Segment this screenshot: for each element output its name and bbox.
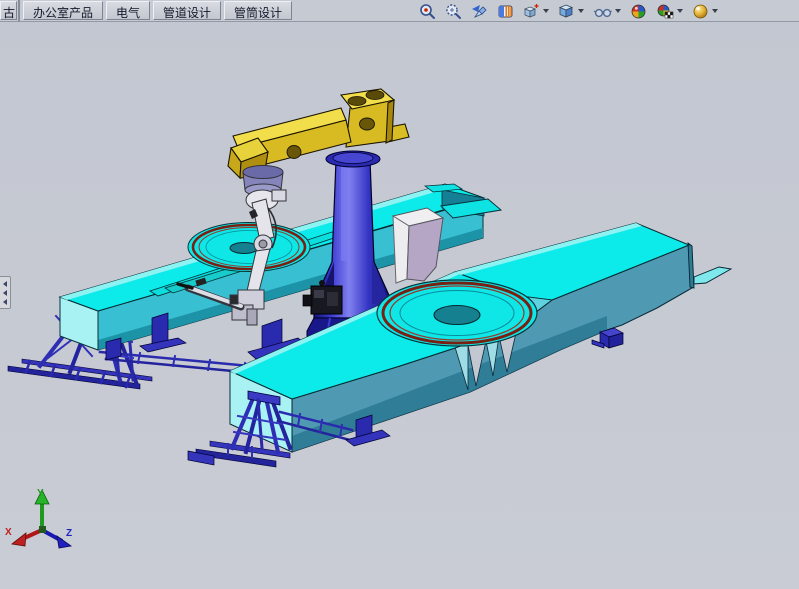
white-fixture[interactable] [393,208,443,283]
panel-expand-button[interactable] [0,276,11,309]
section-view-icon [497,3,514,20]
previous-view-button[interactable] [470,1,489,21]
triad-y-label: Y [37,488,44,499]
dropdown-arrow[interactable] [615,9,621,13]
section-view-button[interactable] [496,1,515,21]
tab-tubing-design[interactable]: 管筒设计 [224,1,292,20]
left-arrow-icon [3,281,7,287]
dropdown-arrow[interactable] [712,9,718,13]
rotary-ring-left[interactable] [188,223,310,272]
application-window: Y X Z 古 办公室产品 电气 管道设计 管筒设计 [0,0,799,589]
coordinate-triad: Y X Z [5,488,72,548]
zoom-to-fit-icon [419,3,436,20]
dropdown-arrow[interactable] [543,9,549,13]
view-settings-button[interactable] [691,1,719,21]
tab-office-products[interactable]: 办公室产品 [23,1,103,20]
triad-z-label: Z [66,528,72,539]
tab-divider [18,0,20,21]
tab-electrical[interactable]: 电气 [106,1,150,20]
robot-boom[interactable] [228,89,409,178]
zoom-to-fit-button[interactable] [418,1,437,21]
commandmanager-tabs: 古 办公室产品 电气 管道设计 管筒设计 [0,0,295,22]
tab-partial[interactable]: 古 [0,1,17,20]
command-tab-bar: 古 办公室产品 电气 管道设计 管筒设计 [0,0,799,22]
display-style-button[interactable] [557,1,585,21]
tab-piping-design[interactable]: 管道设计 [153,1,221,20]
3d-viewport[interactable]: Y X Z [0,0,799,589]
edit-appearance-icon [630,3,647,20]
dropdown-arrow[interactable] [677,9,683,13]
zoom-to-area-icon [445,3,462,20]
apply-scene-button[interactable] [655,1,684,21]
zoom-to-area-button[interactable] [444,1,463,21]
heads-up-view-toolbar [418,0,719,22]
wing-plate-right [694,267,731,284]
checkered-flag [665,12,673,18]
left-arrow-icon [3,290,7,296]
hide-show-items-icon [593,3,612,20]
left-arrow-icon [3,299,7,305]
view-orientation-icon [523,3,540,20]
view-orientation-button[interactable] [522,1,550,21]
edit-appearance-button[interactable] [629,1,648,21]
apply-scene-icon [656,3,674,20]
triad-x-label: X [5,527,12,538]
rotary-ring-right[interactable] [377,280,537,346]
previous-view-icon [471,3,488,20]
dropdown-arrow[interactable] [578,9,584,13]
hide-show-items-button[interactable] [592,1,622,21]
view-settings-icon [692,3,709,20]
display-style-icon [558,3,575,20]
